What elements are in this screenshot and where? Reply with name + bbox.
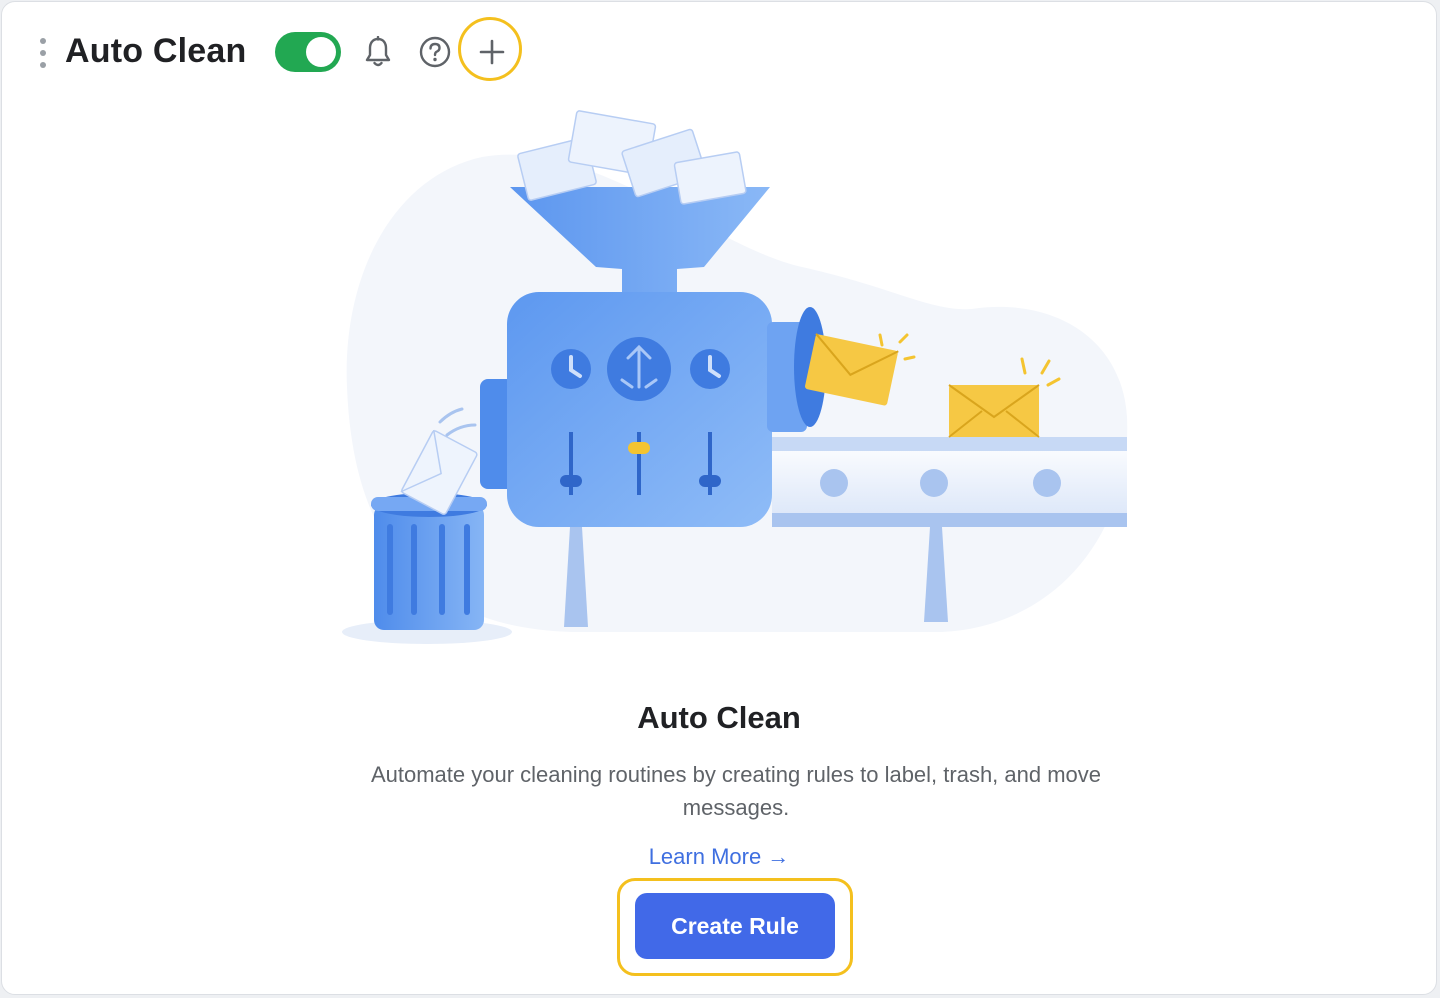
drag-handle-icon[interactable] [36, 38, 50, 68]
help-circle-icon[interactable] [415, 32, 455, 72]
empty-state-title: Auto Clean [637, 700, 801, 735]
auto-clean-panel: Auto Clean Auto Clean Automate your clea… [1, 1, 1437, 995]
auto-clean-toggle[interactable] [275, 32, 341, 72]
auto-clean-illustration [342, 110, 1128, 644]
create-rule-button[interactable]: Create Rule [635, 893, 835, 959]
toggle-knob [306, 37, 336, 67]
learn-more-link-row: Learn More → [2, 844, 1436, 870]
empty-state-description: Automate your cleaning routines by creat… [370, 762, 1102, 820]
learn-more-link[interactable]: Learn More → [649, 844, 790, 869]
panel-header: Auto Clean [2, 2, 1436, 102]
page-title: Auto Clean [65, 32, 247, 70]
bell-icon[interactable] [358, 32, 398, 72]
plus-icon[interactable] [472, 32, 512, 72]
